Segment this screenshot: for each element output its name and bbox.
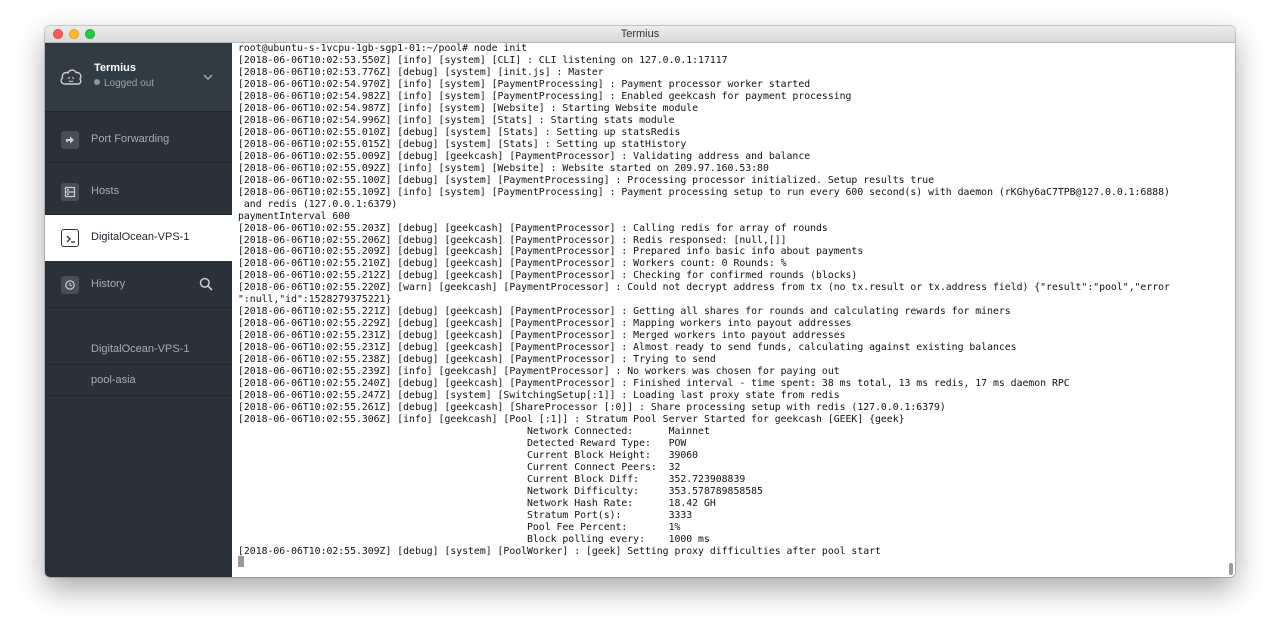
history-item-label: pool-asia	[91, 374, 136, 386]
history-item-pool-asia[interactable]: pool-asia	[45, 366, 232, 396]
search-icon[interactable]	[199, 277, 213, 291]
sidebar: Termius Logged out Port Forwarding Hosts…	[45, 43, 232, 577]
terminal-line: [2018-06-06T10:02:55.261Z] [debug] [geek…	[238, 402, 946, 414]
terminal-line: [2018-06-06T10:02:55.092Z] [info] [syste…	[238, 162, 769, 174]
cloud-avatar-icon	[60, 69, 82, 85]
terminal-line: [2018-06-06T10:02:55.221Z] [debug] [geek…	[238, 306, 1011, 318]
title-bar: Termius	[45, 26, 1235, 43]
terminal-line: Block polling every: 1000 ms	[238, 533, 710, 545]
terminal-line: [2018-06-06T10:02:55.231Z] [debug] [geek…	[238, 330, 846, 342]
terminal-line: root@ubuntu-s-1vcpu-1gb-sgp1-01:~/pool# …	[238, 43, 528, 54]
terminal-line: [2018-06-06T10:02:55.203Z] [debug] [geek…	[238, 222, 828, 234]
chevron-down-icon[interactable]	[202, 71, 214, 83]
terminal-line: [2018-06-06T10:02:55.239Z] [info] [geekc…	[238, 366, 840, 378]
terminal-line: [2018-06-06T10:02:55.210Z] [debug] [geek…	[238, 258, 787, 270]
sidebar-item-label: DigitalOcean-VPS-1	[91, 231, 190, 243]
terminal-line: [2018-06-06T10:02:54.982Z] [info] [syste…	[238, 90, 852, 102]
terminal-line: [2018-06-06T10:02:54.970Z] [info] [syste…	[238, 78, 811, 90]
terminal-line: Network Connected: Mainnet	[238, 426, 710, 437]
terminal-cursor	[238, 556, 244, 567]
terminal-line: [2018-06-06T10:02:55.247Z] [debug] [syst…	[238, 390, 840, 402]
terminal-line: [2018-06-06T10:02:55.212Z] [debug] [geek…	[238, 270, 858, 282]
terminal-output: root@ubuntu-s-1vcpu-1gb-sgp1-01:~/pool# …	[238, 43, 1170, 558]
sidebar-item-label: History	[91, 278, 126, 290]
sidebar-item-digitalocean-vps-1[interactable]: DigitalOcean-VPS-1	[45, 215, 232, 261]
terminal-line: [2018-06-06T10:02:53.550Z] [info] [syste…	[238, 54, 728, 66]
terminal-view[interactable]: root@ubuntu-s-1vcpu-1gb-sgp1-01:~/pool# …	[232, 43, 1235, 577]
terminal-line: [2018-06-06T10:02:54.987Z] [info] [syste…	[238, 102, 699, 114]
status-dot	[94, 79, 100, 85]
history-item-label: DigitalOcean-VPS-1	[91, 343, 190, 355]
terminal-icon	[61, 229, 79, 247]
window-title: Termius	[620, 28, 660, 40]
app-window: Termius Termius Logged out Port Forwardi…	[45, 26, 1235, 577]
account-header[interactable]: Termius Logged out	[45, 43, 232, 112]
account-status: Logged out	[94, 78, 154, 89]
sidebar-item-label: Port Forwarding	[91, 133, 170, 145]
terminal-line: [2018-06-06T10:02:55.309Z] [debug] [syst…	[238, 545, 881, 557]
terminal-line: [2018-06-06T10:02:53.776Z] [debug] [syst…	[238, 66, 604, 78]
terminal-line: Detected Reward Type: POW	[238, 437, 687, 449]
terminal-line: Network Hash Rate: 18.42 GH	[238, 497, 716, 509]
sidebar-item-hosts[interactable]: Hosts	[45, 169, 232, 215]
terminal-line: [2018-06-06T10:02:55.100Z] [debug] [syst…	[238, 174, 934, 186]
terminal-line: paymentInterval 600	[238, 210, 351, 222]
terminal-line: [2018-06-06T10:02:55.240Z] [debug] [geek…	[238, 378, 1070, 390]
hosts-icon	[61, 183, 79, 201]
sidebar-item-history[interactable]: History	[45, 262, 232, 308]
sidebar-item-port-forwarding[interactable]: Port Forwarding	[45, 117, 232, 163]
terminal-line: [2018-06-06T10:02:55.209Z] [debug] [geek…	[238, 246, 864, 258]
terminal-line: [2018-06-06T10:02:55.306Z] [info] [geekc…	[238, 414, 905, 426]
terminal-line: Current Connect Peers: 32	[238, 461, 681, 473]
terminal-line: [2018-06-06T10:02:55.229Z] [debug] [geek…	[238, 318, 852, 330]
history-item-digitalocean-vps-1[interactable]: DigitalOcean-VPS-1	[45, 335, 232, 365]
account-name: Termius	[94, 62, 136, 74]
terminal-line: Network Difficulty: 353.578789858585	[238, 485, 763, 497]
terminal-line: Stratum Port(s): 3333	[238, 509, 693, 521]
terminal-line: [2018-06-06T10:02:55.238Z] [debug] [geek…	[238, 354, 716, 366]
terminal-line: Pool Fee Percent: 1%	[238, 521, 681, 533]
port-forwarding-icon	[61, 131, 79, 149]
terminal-line: [2018-06-06T10:02:55.220Z] [warn] [geekc…	[238, 282, 1170, 294]
terminal-line: [2018-06-06T10:02:55.010Z] [debug] [syst…	[238, 126, 681, 138]
terminal-line: [2018-06-06T10:02:55.009Z] [debug] [geek…	[238, 150, 811, 162]
terminal-line: Current Block Diff: 352.723908839	[238, 473, 746, 485]
terminal-line: and redis (127.0.0.1:6379)	[238, 198, 398, 210]
terminal-line: [2018-06-06T10:02:55.015Z] [debug] [syst…	[238, 138, 687, 150]
history-icon	[61, 276, 79, 294]
terminal-line: [2018-06-06T10:02:55.231Z] [debug] [geek…	[238, 342, 1017, 354]
sidebar-item-label: Hosts	[91, 185, 120, 197]
terminal-line: ":null,"id":1528279375221}	[238, 294, 392, 306]
terminal-line: [2018-06-06T10:02:55.206Z] [debug] [geek…	[238, 234, 787, 246]
terminal-line: [2018-06-06T10:02:54.996Z] [info] [syste…	[238, 114, 675, 126]
terminal-line: [2018-06-06T10:02:55.109Z] [info] [syste…	[238, 186, 1170, 198]
account-status-text: Logged out	[104, 78, 155, 89]
terminal-line: Current Block Height: 39060	[238, 449, 699, 461]
terminal-scrollbar[interactable]	[1229, 563, 1233, 575]
